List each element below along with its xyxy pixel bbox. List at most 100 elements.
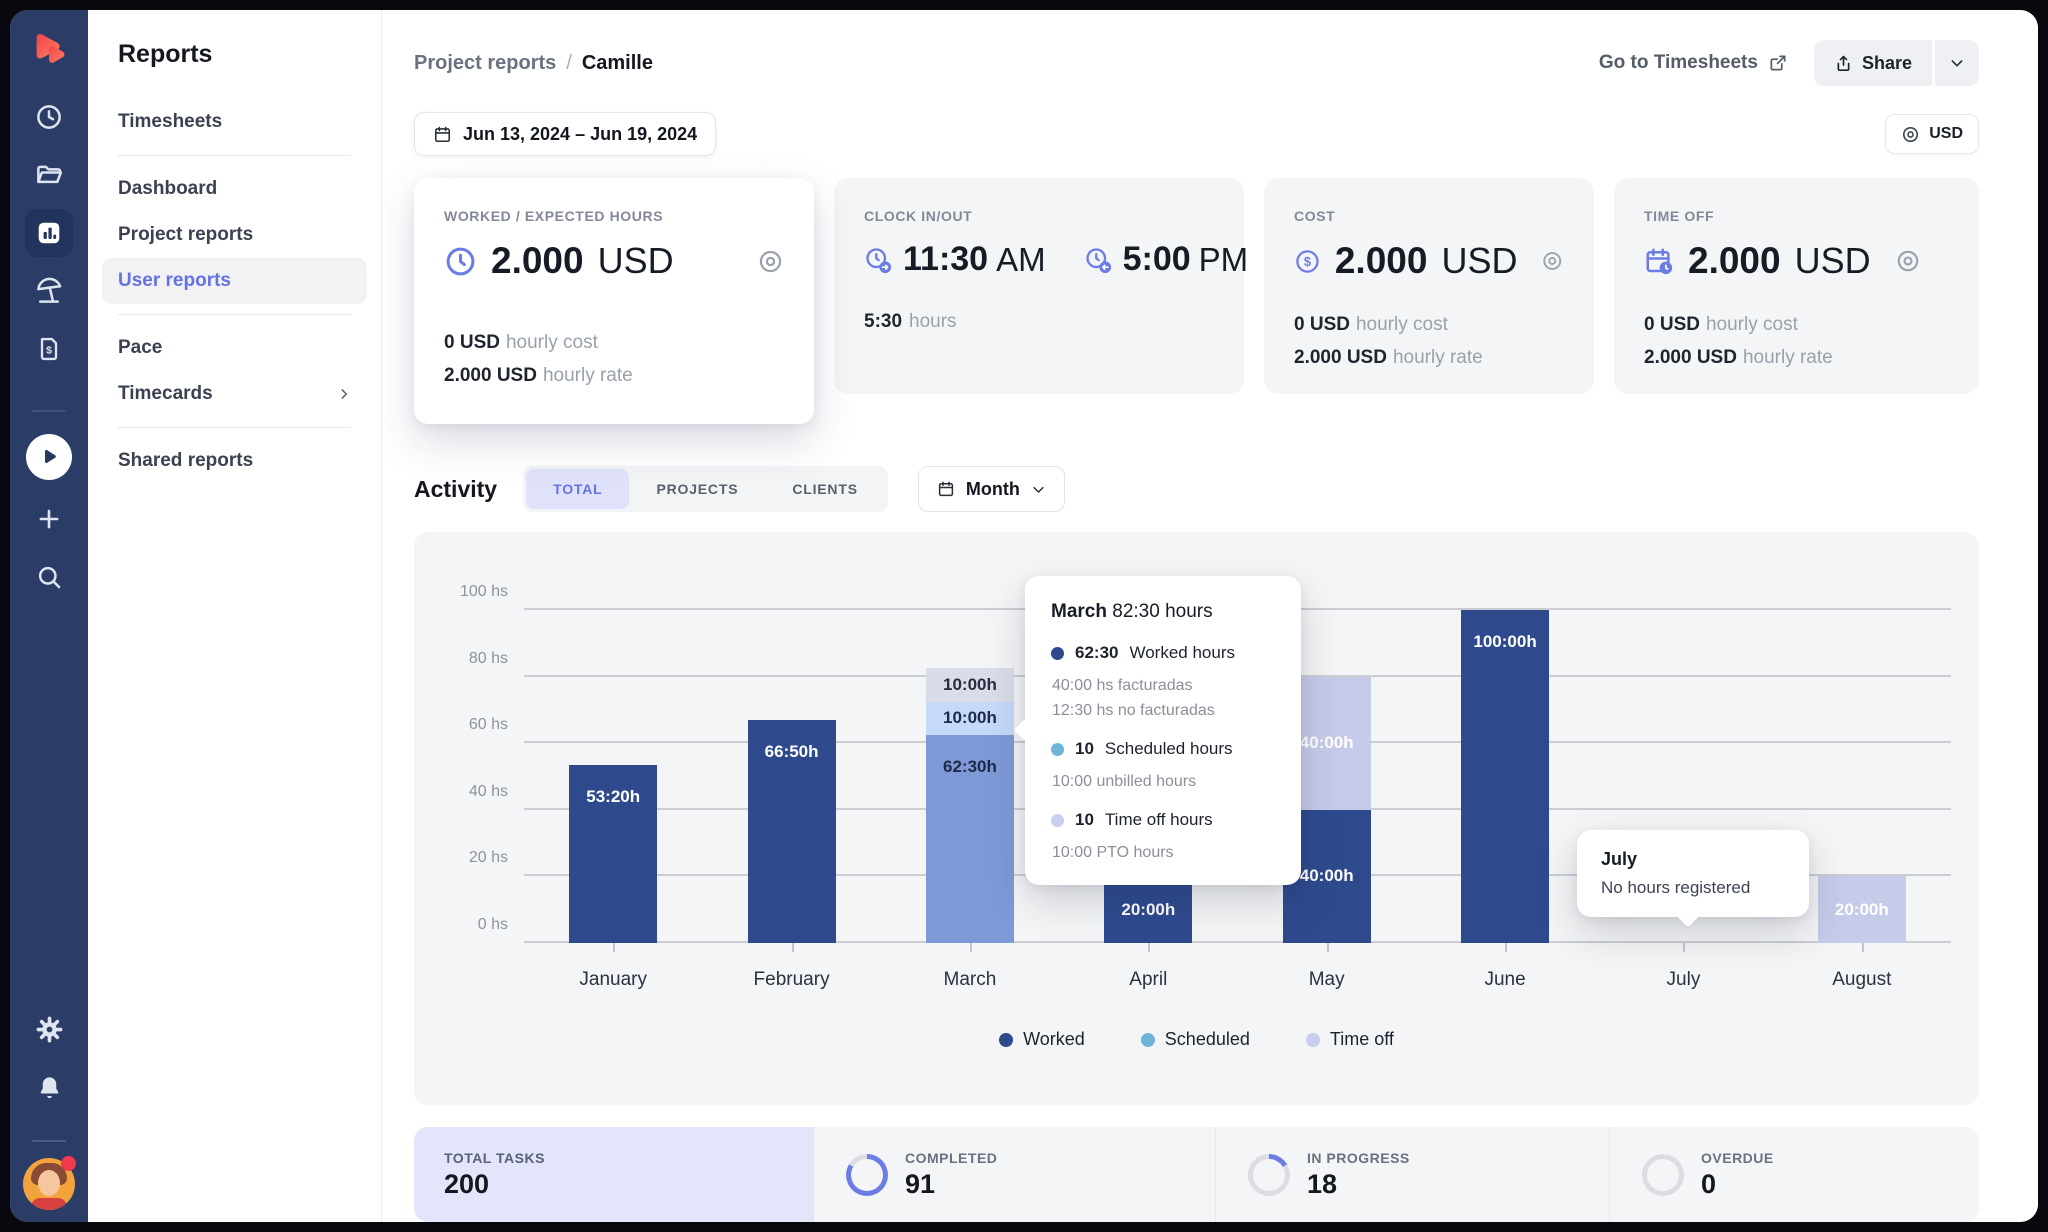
x-axis-tick: [969, 943, 972, 952]
x-axis-tick: [1326, 943, 1329, 952]
tab-total[interactable]: TOTAL: [526, 469, 630, 509]
worked-bar-segment[interactable]: 66:50h: [747, 720, 836, 943]
sidebar-item-dashboard[interactable]: Dashboard: [102, 166, 367, 212]
date-range-picker[interactable]: Jun 13, 2024 – Jun 19, 2024: [414, 112, 717, 156]
worked-bar-segment[interactable]: 62:30h: [925, 734, 1014, 943]
chart-column-june[interactable]: 100:00h: [1416, 610, 1594, 952]
hourly-cost-row: 0 USD hourly cost: [1294, 314, 1448, 335]
main-content: Project reports / Camille Go to Timeshee…: [382, 10, 2038, 1222]
eye-icon[interactable]: [1895, 248, 1921, 274]
start-timer-button[interactable]: [26, 434, 72, 480]
tooltip-timeoff-row: 10 Time off hours: [1051, 810, 1275, 830]
worked-expected-hours-card: WORKED / EXPECTED HOURS 2.000 USD 0 USD h…: [414, 178, 814, 424]
sidebar-item-shared-reports[interactable]: Shared reports: [102, 438, 367, 484]
time-off-bar-segment[interactable]: 10:00h: [925, 668, 1014, 702]
notification-badge: [61, 1156, 76, 1171]
eye-icon[interactable]: [757, 248, 784, 275]
rail-divider: [32, 410, 66, 412]
notifications-bell-icon[interactable]: [32, 1070, 66, 1104]
sidebar-item-project-reports[interactable]: Project reports: [102, 212, 367, 258]
legend-timeoff[interactable]: Time off: [1305, 1029, 1394, 1050]
hourly-cost-row: 0 USD hourly cost: [444, 332, 598, 353]
total-clocked-hours: 5:30 hours: [864, 311, 957, 332]
projects-folder-icon[interactable]: [32, 158, 66, 192]
period-selector[interactable]: Month: [917, 466, 1065, 512]
time-tracker-icon[interactable]: [32, 100, 66, 134]
legend-scheduled[interactable]: Scheduled: [1140, 1029, 1250, 1050]
bar-value-label: 62:30h: [943, 756, 997, 776]
chart-column-january[interactable]: 53:20h: [524, 610, 702, 952]
cost-card: COST $ 2.000 USD 0 USD hourly cost 2.000 …: [1264, 178, 1594, 394]
bar-value-label: 20:00h: [1834, 899, 1889, 919]
calendar-clock-icon: [1646, 248, 1673, 275]
settings-gear-icon[interactable]: [32, 1012, 66, 1046]
tab-projects[interactable]: PROJECTS: [629, 469, 765, 509]
clock-in-out-card: CLOCK IN/OUT 11:30 AM 5:00 PM 5:30 hours: [834, 178, 1248, 394]
timeoff-dot-icon: [1305, 1032, 1320, 1047]
icon-rail: $: [10, 10, 88, 1222]
sidebar-item-pace[interactable]: Pace: [102, 325, 367, 371]
month-label: January: [579, 969, 647, 990]
month-label: May: [1308, 969, 1345, 990]
app-window: $ Reports Timesheets Dashboard Project r…: [10, 10, 2038, 1222]
sidebar-item-timecards[interactable]: Timecards: [102, 371, 367, 417]
card-title: TIME OFF: [1644, 208, 1715, 224]
task-stats-row: TOTAL TASKS 200 COMPLETED 91 IN PROGRESS…: [414, 1127, 1979, 1222]
reports-icon-active[interactable]: [25, 209, 73, 257]
tab-clients[interactable]: CLIENTS: [765, 469, 885, 509]
worked-bar-segment[interactable]: 20:00h: [1104, 876, 1193, 943]
in-progress-ring: [1248, 1153, 1290, 1196]
hourly-rate-row: 2.000 USD hourly rate: [444, 365, 633, 386]
sidebar-item-timesheets[interactable]: Timesheets: [102, 99, 367, 145]
chevron-right-icon: [341, 389, 348, 399]
tooltip-worked-row: 62:30 Worked hours: [1051, 643, 1275, 663]
chart-x-axis-labels: January February March April May June July Augu…: [524, 969, 1951, 991]
share-button[interactable]: Share: [1813, 40, 1932, 86]
share-split-button: Share: [1813, 40, 1979, 86]
share-menu-caret[interactable]: [1935, 40, 1979, 86]
app-logo-icon[interactable]: [28, 30, 70, 72]
bar-value-label: 20:00h: [1121, 899, 1176, 919]
activity-section-title: Activity: [414, 475, 498, 502]
completed-ring: [846, 1153, 888, 1196]
go-to-timesheets-link[interactable]: Go to Timesheets: [1599, 52, 1788, 74]
month-label: June: [1484, 969, 1526, 990]
breadcrumb: Project reports / Camille: [414, 51, 653, 75]
chart-column-february[interactable]: 66:50h: [702, 610, 880, 952]
worked-dot-icon: [1051, 646, 1064, 660]
svg-text:$: $: [46, 345, 52, 357]
y-axis-tick-label: 100 hs: [459, 583, 508, 600]
calendar-icon: [938, 481, 953, 497]
worked-bar-segment[interactable]: 100:00h: [1461, 610, 1550, 943]
timeoff-dot-icon: [1051, 813, 1064, 827]
add-plus-icon[interactable]: [32, 502, 66, 536]
tooltip-scheduled-row: 10 Scheduled hours: [1051, 739, 1275, 759]
hourly-rate-row: 2.000 USD hourly rate: [1294, 347, 1483, 368]
eye-icon[interactable]: [1541, 248, 1564, 274]
legend-worked[interactable]: Worked: [999, 1029, 1085, 1050]
activity-tab-group: TOTAL PROJECTS CLIENTS: [523, 466, 888, 512]
sidebar-item-user-reports[interactable]: User reports: [102, 258, 367, 304]
month-label: March: [943, 969, 997, 990]
july-tooltip: July No hours registered: [1577, 830, 1809, 917]
search-icon[interactable]: [32, 560, 66, 594]
scheduled-bar-segment[interactable]: 10:00h: [925, 701, 1014, 735]
time-off-umbrella-icon[interactable]: [32, 274, 66, 308]
invoices-icon[interactable]: $: [32, 332, 66, 366]
month-label: April: [1129, 969, 1168, 990]
worked-bar-segment[interactable]: 53:20h: [569, 765, 658, 943]
user-avatar[interactable]: [23, 1156, 76, 1210]
time-off-bar-segment[interactable]: 20:00h: [1817, 876, 1906, 943]
rail-divider-bottom: [32, 1140, 66, 1142]
sidebar-title: Reports: [118, 40, 213, 68]
hourly-cost-row: 0 USD hourly cost: [1644, 314, 1798, 335]
hourly-rate-row: 2.000 USD hourly rate: [1644, 347, 1833, 368]
x-axis-tick: [613, 943, 616, 952]
month-label: July: [1666, 969, 1701, 990]
currency-toggle[interactable]: USD: [1885, 114, 1979, 154]
svg-text:$: $: [1304, 254, 1311, 269]
clock-in-value: 11:30 AM: [864, 240, 1046, 279]
x-axis-tick: [791, 943, 794, 952]
x-axis-tick: [1505, 943, 1508, 952]
breadcrumb-parent[interactable]: Project reports: [414, 52, 556, 75]
